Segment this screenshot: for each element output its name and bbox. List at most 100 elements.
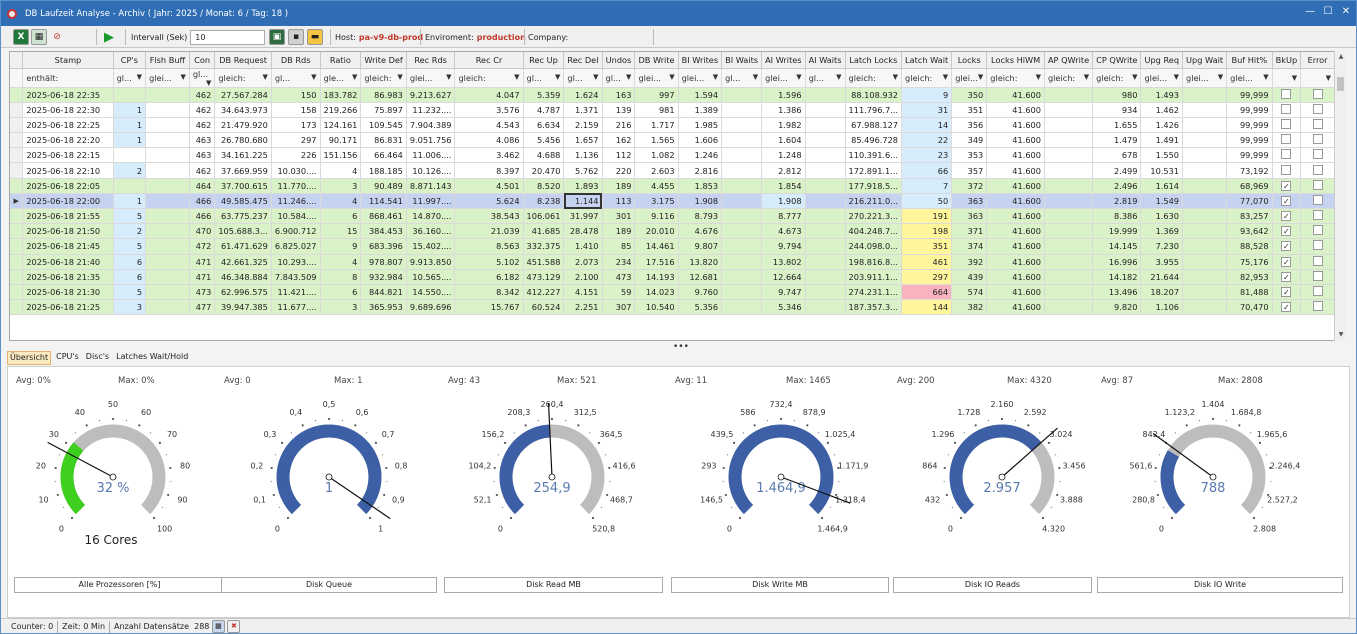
table-cell[interactable]: 2025-06-18 21:25 (22, 299, 114, 316)
table-cell[interactable]: 574 (951, 284, 988, 301)
filter-cell[interactable]: glei... ▼ (145, 68, 190, 88)
table-cell[interactable]: 471 (189, 269, 216, 285)
table-cell[interactable] (805, 178, 846, 194)
filter-cell[interactable]: ▼ (1272, 68, 1302, 88)
table-cell[interactable]: 2025-06-18 22:35 (22, 87, 114, 103)
table-cell[interactable]: 34.643.973 (214, 102, 272, 118)
table-cell[interactable]: 49.585.475 (214, 193, 272, 210)
table-cell[interactable]: 41.600 (986, 178, 1045, 194)
table-cell[interactable]: 307 (602, 299, 636, 316)
table-cell[interactable]: 14.550.... (406, 284, 456, 301)
column-header[interactable]: Ratio (320, 52, 362, 69)
table-cell[interactable]: 109.545 (360, 117, 407, 134)
table-cell[interactable]: 3.462 (454, 147, 524, 164)
table-cell[interactable] (1182, 238, 1228, 255)
table-cell[interactable]: 1.655 (1092, 117, 1142, 134)
table-cell[interactable] (1300, 208, 1335, 225)
table-cell[interactable]: 1.136 (563, 147, 603, 164)
table-cell[interactable] (1044, 117, 1094, 134)
table-cell[interactable] (1272, 117, 1302, 134)
table-cell[interactable]: 220 (602, 162, 636, 179)
table-cell[interactable]: 216.211.0... (845, 193, 903, 210)
table-cell[interactable] (1182, 284, 1228, 301)
table-cell[interactable]: ✓ (1272, 284, 1302, 301)
table-cell[interactable]: ✓ (1272, 223, 1302, 240)
table-cell[interactable] (145, 102, 190, 118)
filter-icon[interactable]: ▼ (943, 73, 948, 81)
table-cell[interactable] (721, 178, 763, 194)
table-cell[interactable] (145, 132, 190, 149)
table-cell[interactable]: 8.563 (454, 238, 524, 255)
table-cell[interactable]: 183.782 (320, 87, 362, 103)
column-header[interactable]: Rec Del (563, 52, 603, 69)
table-cell[interactable]: 1 (113, 193, 147, 210)
table-cell[interactable]: 372 (951, 178, 988, 194)
table-cell[interactable]: 868.461 (360, 208, 407, 225)
table-cell[interactable]: 188.185 (360, 162, 407, 179)
filter-cell[interactable]: glei... ▼ (406, 68, 456, 88)
table-cell[interactable]: 81,488 (1226, 284, 1273, 301)
table-cell[interactable]: 75.897 (360, 102, 407, 118)
checkbox[interactable] (1312, 134, 1323, 145)
table-cell[interactable]: 4.501 (454, 178, 524, 194)
table-cell[interactable]: 15.767 (454, 299, 524, 316)
checkbox[interactable]: ✓ (1281, 271, 1292, 282)
table-cell[interactable] (805, 299, 846, 316)
table-cell[interactable]: 4.151 (563, 284, 603, 301)
checkbox[interactable]: ✓ (1281, 226, 1292, 237)
checkbox[interactable] (1312, 88, 1323, 99)
table-cell[interactable]: 85.496.728 (845, 132, 903, 149)
table-cell[interactable]: 9.760 (678, 284, 723, 301)
table-row[interactable]: 2025-06-18 21:30 5 473 62.996.575 11.421....… (10, 284, 1335, 301)
checkbox[interactable]: ✓ (1281, 211, 1292, 222)
table-row[interactable]: 2025-06-18 21:55 5 466 63.775.237 10.584....… (10, 208, 1335, 225)
column-header[interactable]: Error (1300, 52, 1335, 69)
checkbox[interactable] (1312, 255, 1323, 266)
table-cell[interactable]: 41.600 (986, 208, 1045, 225)
table-cell[interactable]: 226 (271, 147, 321, 164)
table-cell[interactable]: 219.266 (320, 102, 362, 118)
filter-icon[interactable]: ▼ (1263, 73, 1268, 81)
checkbox[interactable]: ✓ (1281, 180, 1292, 191)
table-cell[interactable]: ✓ (1272, 178, 1302, 194)
table-cell[interactable]: 4.676 (678, 223, 723, 240)
tab-overview[interactable]: Übersicht (7, 351, 52, 365)
table-cell[interactable] (1182, 254, 1228, 270)
table-cell[interactable]: 1.462 (1140, 102, 1184, 118)
table-cell[interactable]: 2 (113, 223, 147, 240)
table-cell[interactable]: 1.614 (1140, 178, 1184, 194)
table-cell[interactable]: 41.600 (986, 117, 1045, 134)
table-cell[interactable]: 189 (602, 223, 636, 240)
table-cell[interactable]: 9.213.627 (406, 87, 456, 103)
table-cell[interactable]: 9.116 (634, 208, 679, 225)
table-cell[interactable] (1272, 102, 1302, 118)
table-cell[interactable]: 1.082 (634, 147, 679, 164)
table-cell[interactable]: 73,192 (1226, 162, 1273, 179)
table-cell[interactable]: 466 (189, 208, 216, 225)
table-cell[interactable]: 365.953 (360, 299, 407, 316)
table-cell[interactable]: 1.144 (563, 193, 603, 210)
filter-icon[interactable]: ▼ (397, 73, 402, 81)
filter-icon[interactable]: ▼ (180, 73, 185, 81)
table-cell[interactable] (721, 254, 763, 270)
scroll-up-icon[interactable]: ▲ (1335, 53, 1347, 60)
table-cell[interactable] (1044, 208, 1094, 225)
table-cell[interactable]: 28.478 (563, 223, 603, 240)
row-selector[interactable] (10, 102, 24, 118)
table-cell[interactable]: 472 (189, 238, 216, 255)
table-cell[interactable]: 6 (320, 208, 362, 225)
table-cell[interactable]: 356 (951, 117, 988, 134)
row-selector[interactable] (10, 208, 24, 225)
row-selector[interactable] (10, 147, 24, 164)
table-cell[interactable]: 464 (189, 178, 216, 194)
table-cell[interactable]: 981 (634, 102, 679, 118)
table-cell[interactable]: 4.086 (454, 132, 524, 149)
table-cell[interactable]: 1.369 (1140, 223, 1184, 240)
table-cell[interactable]: 20.010 (634, 223, 679, 240)
table-cell[interactable]: 4 (320, 193, 362, 210)
checkbox[interactable] (1281, 118, 1292, 129)
table-cell[interactable]: 11.421.... (271, 284, 321, 301)
table-cell[interactable]: 11.006.... (406, 147, 456, 164)
table-cell[interactable]: 14.023 (634, 284, 679, 301)
table-cell[interactable]: 1.893 (563, 178, 603, 194)
